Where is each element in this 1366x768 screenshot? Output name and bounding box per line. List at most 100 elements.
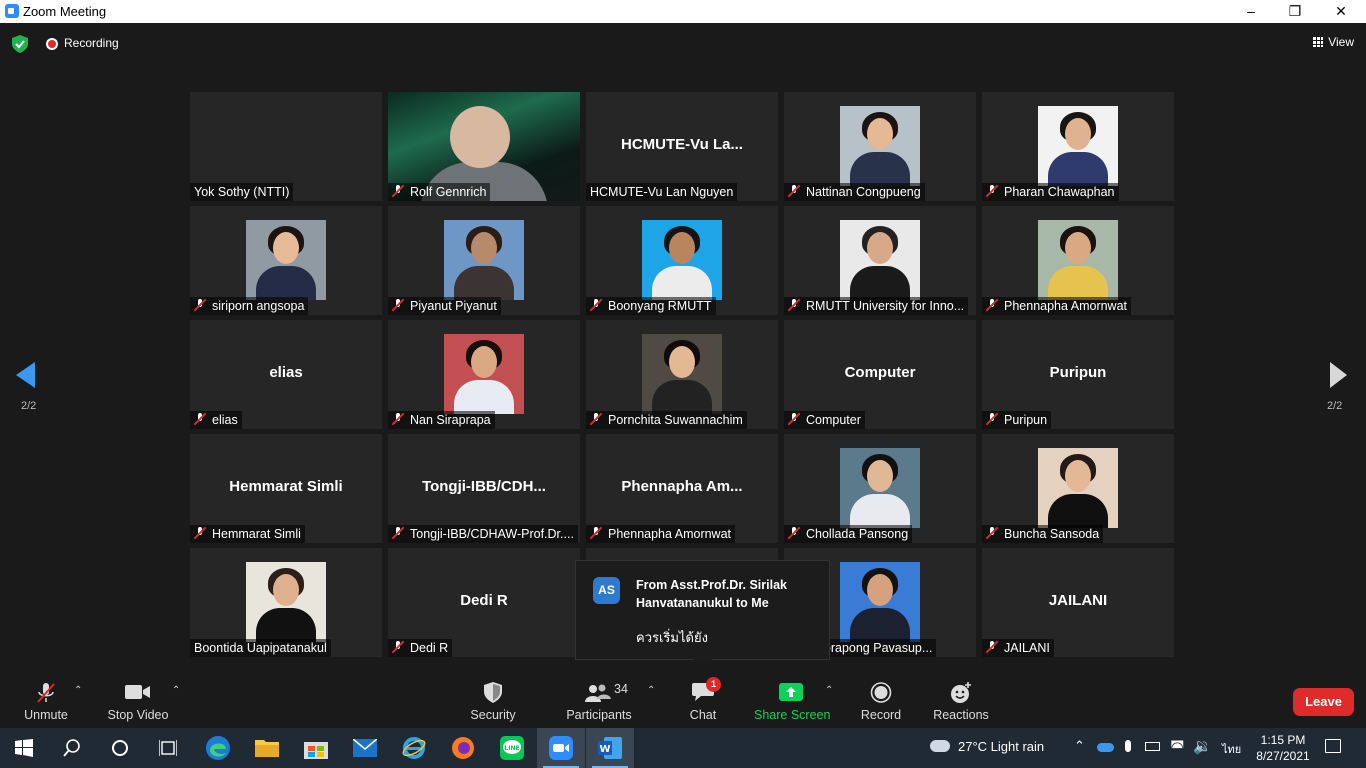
participant-tile[interactable]: HCMUTE-Vu La... HCMUTE-Vu Lan Nguyen (586, 92, 778, 201)
record-button[interactable]: Record (856, 660, 906, 728)
participants-button[interactable]: 34 Participants (562, 660, 636, 728)
photo-body (850, 152, 910, 186)
participant-name: Boonyang RMUTT (608, 299, 712, 313)
stop-video-button[interactable]: Stop Video (104, 660, 172, 728)
participant-tile[interactable]: siriporn angsopa (190, 206, 382, 315)
svg-text:LINE: LINE (504, 745, 519, 752)
participant-tile[interactable]: Pornchita Suwannachim (586, 320, 778, 429)
participant-photo (840, 220, 920, 300)
participant-tile[interactable]: Boontida Uapipatanakul (190, 548, 382, 657)
chat-button[interactable]: Chat (680, 660, 726, 728)
participant-name: Pharan Chawaphan (1004, 185, 1115, 199)
photo-body (850, 266, 910, 300)
close-icon[interactable]: ✕ (1318, 0, 1364, 23)
shield-icon[interactable] (12, 35, 28, 53)
participant-tile[interactable]: Rolf Gennrich (388, 92, 580, 201)
security-label: Security (470, 708, 516, 722)
participant-name-label: Nan Siraprapa (388, 411, 495, 429)
participant-name-label: Pornchita Suwannachim (586, 411, 747, 429)
participant-name: Nan Siraprapa (410, 413, 491, 427)
participant-tile[interactable]: RMUTT University for Inno... (784, 206, 976, 315)
participant-photo (444, 220, 524, 300)
participant-tile[interactable]: Nattinan Congpueng (784, 92, 976, 201)
battery-icon[interactable] (1145, 742, 1160, 751)
onedrive-icon[interactable] (1097, 743, 1114, 752)
next-page-arrow-icon[interactable] (1330, 362, 1347, 388)
security-button[interactable]: Security (464, 660, 522, 728)
share-screen-label: Share Screen (754, 708, 831, 722)
participant-tile[interactable]: Pharan Chawaphan (982, 92, 1174, 201)
participant-tile[interactable]: Phennapha Amornwat (982, 206, 1174, 315)
participant-tile[interactable]: elias elias (190, 320, 382, 429)
share-options-caret-icon[interactable]: ⌃ (825, 685, 833, 696)
participant-name-label: Piyanut Piyanut (388, 297, 501, 315)
unmute-button[interactable]: Unmute (14, 660, 78, 728)
weather-widget[interactable]: 27°C Light rain (930, 739, 1044, 754)
participant-name: Pornchita Suwannachim (608, 413, 743, 427)
share-screen-button[interactable]: Share Screen (754, 660, 831, 728)
participant-tile[interactable]: Buncha Sansoda (982, 434, 1174, 543)
show-hidden-icons-icon[interactable]: ⌃ (1074, 738, 1085, 754)
photo-face (273, 574, 299, 606)
participant-name: Puripun (1004, 413, 1048, 427)
participant-tile[interactable]: Nan Siraprapa (388, 320, 580, 429)
line-icon[interactable]: LINE (488, 728, 536, 768)
photo-body (454, 380, 514, 414)
participant-name: siriporn angsopa (212, 299, 305, 313)
leave-button[interactable]: Leave (1293, 688, 1354, 716)
firefox-icon[interactable] (439, 728, 487, 768)
participant-tile[interactable]: JAILANI JAILANI (982, 548, 1174, 657)
reactions-button[interactable]: Reactions (930, 660, 992, 728)
volume-icon[interactable]: 🔉 (1193, 737, 1212, 755)
participant-display-name: Phennapha Am... (621, 478, 743, 495)
notifications-icon[interactable] (1325, 739, 1341, 753)
window-title: Zoom Meeting (23, 4, 107, 19)
input-language[interactable]: ไทย (1222, 740, 1241, 758)
wifi-icon[interactable]: ◚ (1170, 738, 1185, 756)
photo-face (669, 232, 695, 264)
participant-tile[interactable]: Chollada Pansong (784, 434, 976, 543)
participant-name: Phennapha Amornwat (1004, 299, 1128, 313)
microsoft-store-icon[interactable] (292, 728, 340, 768)
muted-microphone-icon (986, 299, 998, 311)
participant-display-name: Hemmarat Simli (229, 478, 343, 495)
microphone-tray-icon[interactable] (1125, 740, 1131, 752)
task-view-icon[interactable] (144, 728, 192, 768)
internet-explorer-icon[interactable] (390, 728, 438, 768)
word-icon[interactable]: W (586, 728, 634, 768)
audio-options-caret-icon[interactable]: ⌃ (74, 685, 82, 696)
participant-tile[interactable]: Yok Sothy (NTTI) (190, 92, 382, 201)
muted-microphone-icon (986, 527, 998, 539)
participant-tile[interactable]: Phennapha Am... Phennapha Amornwat (586, 434, 778, 543)
windows-start-icon[interactable] (0, 728, 48, 768)
participant-tile[interactable]: Boonyang RMUTT (586, 206, 778, 315)
participant-tile[interactable]: Computer Computer (784, 320, 976, 429)
participant-tile[interactable]: Piyanut Piyanut (388, 206, 580, 315)
participant-tile[interactable]: Puripun Puripun (982, 320, 1174, 429)
search-icon[interactable] (48, 728, 96, 768)
cortana-icon[interactable] (96, 728, 144, 768)
participant-name-label: Dedi R (388, 639, 453, 657)
photo-body (1048, 266, 1108, 300)
photo-face (867, 118, 893, 150)
photo-face (1065, 460, 1091, 492)
photo-body (454, 266, 514, 300)
previous-page-arrow-icon[interactable] (16, 362, 35, 388)
view-button[interactable]: View (1313, 35, 1354, 49)
participant-name: Phennapha Amornwat (608, 527, 732, 541)
participant-photo (642, 334, 722, 414)
zoom-icon[interactable] (537, 728, 585, 768)
file-explorer-icon[interactable] (243, 728, 291, 768)
video-options-caret-icon[interactable]: ⌃ (172, 685, 180, 696)
participants-options-caret-icon[interactable]: ⌃ (647, 685, 655, 696)
edge-icon[interactable] (194, 728, 242, 768)
minimize-icon[interactable]: – (1228, 0, 1274, 23)
participant-tile[interactable]: Hemmarat Simli Hemmarat Simli (190, 434, 382, 543)
maximize-icon[interactable]: ❐ (1272, 0, 1318, 23)
taskbar-clock[interactable]: 1:15 PM 8/27/2021 (1254, 732, 1312, 764)
participant-tile[interactable]: Tongji-IBB/CDH... Tongji-IBB/CDHAW-Prof.D… (388, 434, 580, 543)
grid-view-icon (1313, 37, 1324, 47)
mail-icon[interactable] (341, 728, 389, 768)
participant-tile[interactable]: Dedi R Dedi R (388, 548, 580, 657)
chat-notification-popup[interactable]: AS From Asst.Prof.Dr. Sirilak Hanvatanan… (575, 560, 830, 670)
